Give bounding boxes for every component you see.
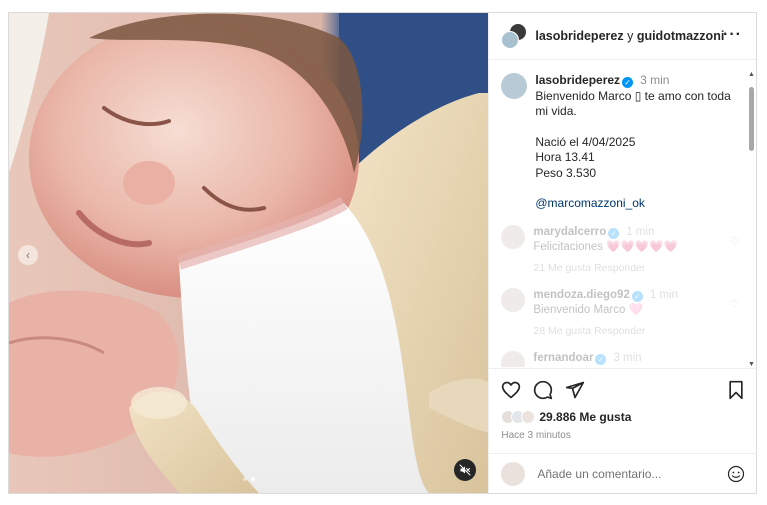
- mention-link[interactable]: @marcomazzoni_ok: [535, 196, 730, 212]
- liker-avatars[interactable]: [501, 410, 539, 424]
- carousel-dot-active: [251, 477, 255, 481]
- comment-meta[interactable]: 28 Me gusta Responder: [533, 325, 678, 337]
- author-username-link[interactable]: lasobrideperez: [535, 29, 623, 43]
- post-photo[interactable]: ‹: [9, 13, 489, 493]
- avatar[interactable]: [501, 350, 526, 367]
- comment-username-link[interactable]: fernandoar: [533, 352, 593, 364]
- collab-avatars[interactable]: [501, 23, 528, 49]
- comment-username-link[interactable]: mendoza.diego92: [533, 289, 630, 301]
- coauthor-username-link[interactable]: guidotmazzoni: [637, 29, 725, 43]
- post-authors: lasobrideperez y guidotmazzoni: [535, 29, 724, 43]
- comment-bubble-icon: [534, 380, 553, 400]
- verified-badge-icon: ✓: [595, 353, 607, 365]
- authors-conjunction: y: [627, 29, 634, 43]
- comment-timestamp: 3 min: [613, 351, 642, 364]
- instagram-post-window: ‹ lasobrideperez y guidotmazzoni ··· las…: [8, 12, 758, 494]
- avatar: [501, 31, 520, 49]
- post-side-panel: lasobrideperez y guidotmazzoni ··· lasob…: [488, 13, 758, 493]
- comment-timestamp: 1 min: [626, 225, 655, 238]
- add-comment-bar: [489, 453, 758, 493]
- post-actions: 29.886 Me gusta Hace 3 minutos: [489, 368, 758, 441]
- avatar[interactable]: [501, 73, 528, 99]
- carousel-prev-button[interactable]: ‹: [18, 245, 38, 265]
- more-options-button[interactable]: ···: [723, 26, 742, 44]
- heart-icon[interactable]: ♡: [729, 298, 739, 311]
- comments-list[interactable]: lasobrideperez ✓ 3 min Bienvenido Marco ▯ …: [489, 61, 751, 367]
- comment-timestamp: 1 min: [649, 288, 678, 301]
- heart-icon[interactable]: ♡: [729, 235, 739, 248]
- comments-scrollbar[interactable]: ▲ ▼: [748, 71, 755, 371]
- caption-text: Peso 3.530: [535, 165, 597, 180]
- smiley-icon: [728, 465, 745, 482]
- carousel-indicator: [243, 477, 255, 481]
- like-button[interactable]: [501, 380, 521, 400]
- comment-username-link[interactable]: marydalcerro: [533, 226, 606, 238]
- share-button[interactable]: [565, 380, 585, 400]
- avatar[interactable]: [501, 287, 526, 312]
- carousel-dot: [243, 477, 247, 481]
- comment-button[interactable]: [533, 380, 553, 400]
- more-horizontal-icon: ···: [723, 26, 742, 43]
- likes-count[interactable]: 29.886 Me gusta: [539, 410, 631, 424]
- caption-username-link[interactable]: lasobrideperez: [535, 73, 620, 87]
- audio-muted-button[interactable]: [454, 459, 476, 481]
- avatar: [501, 461, 526, 486]
- scroll-up-arrow-icon[interactable]: ▲: [748, 71, 755, 78]
- comment-text: Bienvenido Marco 🩷: [533, 303, 643, 316]
- comment-item: marydalcerro ✓ 1 min Felicitaciones 💗💗💗💗💗 …: [489, 224, 751, 274]
- scrollbar-thumb[interactable]: [749, 87, 754, 151]
- caption-timestamp: 3 min: [640, 73, 670, 87]
- scroll-down-arrow-icon[interactable]: ▼: [748, 361, 755, 368]
- heart-icon: [502, 381, 521, 399]
- caption-text: Nació el 4/04/2025: [535, 134, 636, 149]
- bookmark-icon: [729, 380, 744, 400]
- caption-text: mi vida.: [535, 104, 577, 118]
- newborn-photo-illustration: [9, 13, 489, 493]
- comment-meta[interactable]: 21 Me gusta Responder: [533, 262, 677, 274]
- comment-text: Felicitaciones 💗💗💗💗💗: [533, 240, 678, 253]
- chevron-left-icon: ‹: [26, 248, 30, 262]
- post-caption: lasobrideperez ✓ 3 min Bienvenido Marco ▯ …: [489, 61, 751, 212]
- comment-item: mendoza.diego92 ✓ 1 min Bienvenido Marco 🩷…: [489, 287, 751, 337]
- post-header: lasobrideperez y guidotmazzoni ···: [489, 13, 756, 60]
- caption-text: Hora 13.41: [535, 150, 595, 164]
- emoji-picker-button[interactable]: [727, 465, 745, 483]
- paper-plane-icon: [566, 381, 585, 399]
- caption-text: Bienvenido Marco ▯ te amo con toda: [535, 88, 731, 103]
- avatar[interactable]: [501, 224, 526, 249]
- verified-badge-icon: ✓: [622, 77, 634, 88]
- post-timestamp[interactable]: Hace 3 minutos: [501, 430, 745, 441]
- verified-badge-icon: ✓: [608, 227, 620, 239]
- verified-badge-icon: ✓: [631, 290, 643, 302]
- comment-input[interactable]: [537, 466, 708, 481]
- save-button[interactable]: [727, 380, 745, 400]
- comment-item: fernandoar ✓ 3 min: [489, 350, 751, 367]
- speaker-muted-icon: [459, 464, 471, 476]
